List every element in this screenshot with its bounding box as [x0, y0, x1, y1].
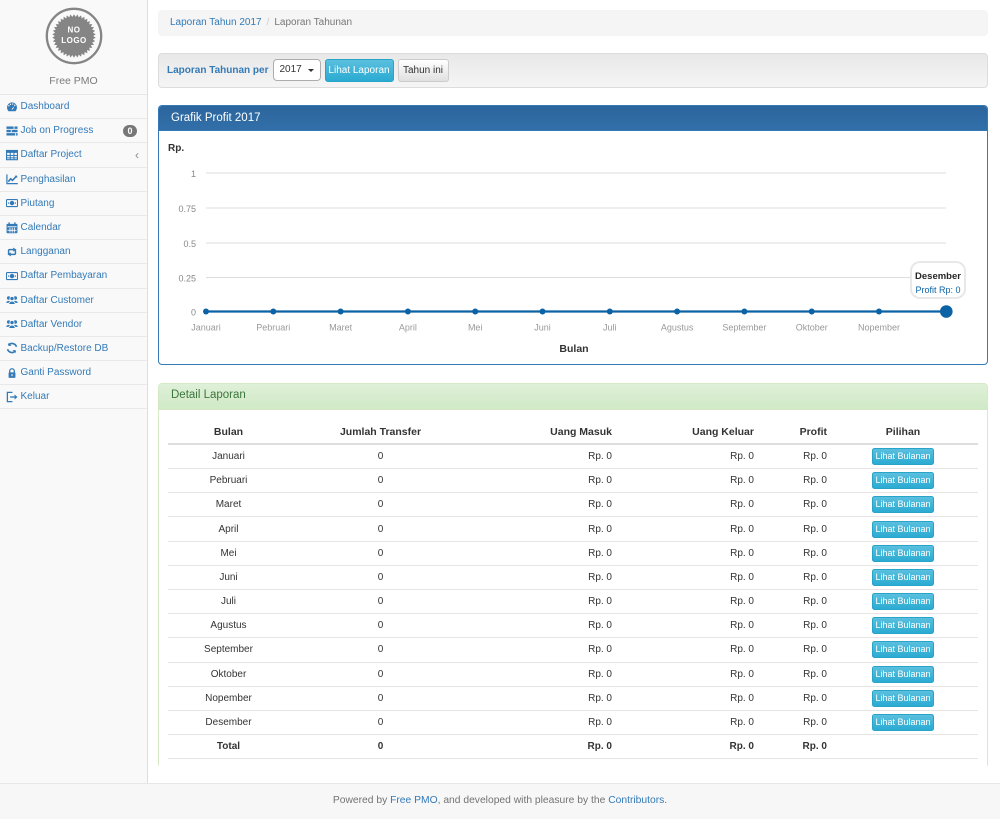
svg-text:LOGO: LOGO — [61, 36, 87, 45]
svg-text:Juli: Juli — [603, 323, 617, 333]
svg-text:NO: NO — [67, 26, 80, 35]
svg-text:0.5: 0.5 — [183, 239, 196, 249]
svg-text:Mei: Mei — [468, 323, 483, 333]
svg-text:0.75: 0.75 — [178, 204, 196, 214]
svg-text:Maret: Maret — [329, 323, 353, 333]
svg-text:Pebruari: Pebruari — [256, 323, 290, 333]
svg-text:April: April — [399, 323, 417, 333]
svg-text:1: 1 — [191, 169, 196, 179]
svg-text:Juni: Juni — [534, 323, 551, 333]
svg-text:Rp.: Rp. — [168, 143, 184, 154]
svg-text:Januari: Januari — [191, 323, 221, 333]
svg-text:0: 0 — [191, 308, 196, 318]
svg-text:Agustus: Agustus — [661, 323, 694, 333]
svg-text:Oktober: Oktober — [796, 323, 828, 333]
svg-text:Nopember: Nopember — [858, 323, 900, 333]
svg-text:0.25: 0.25 — [178, 274, 196, 284]
svg-text:Bulan: Bulan — [559, 343, 588, 355]
svg-text:September: September — [722, 323, 766, 333]
